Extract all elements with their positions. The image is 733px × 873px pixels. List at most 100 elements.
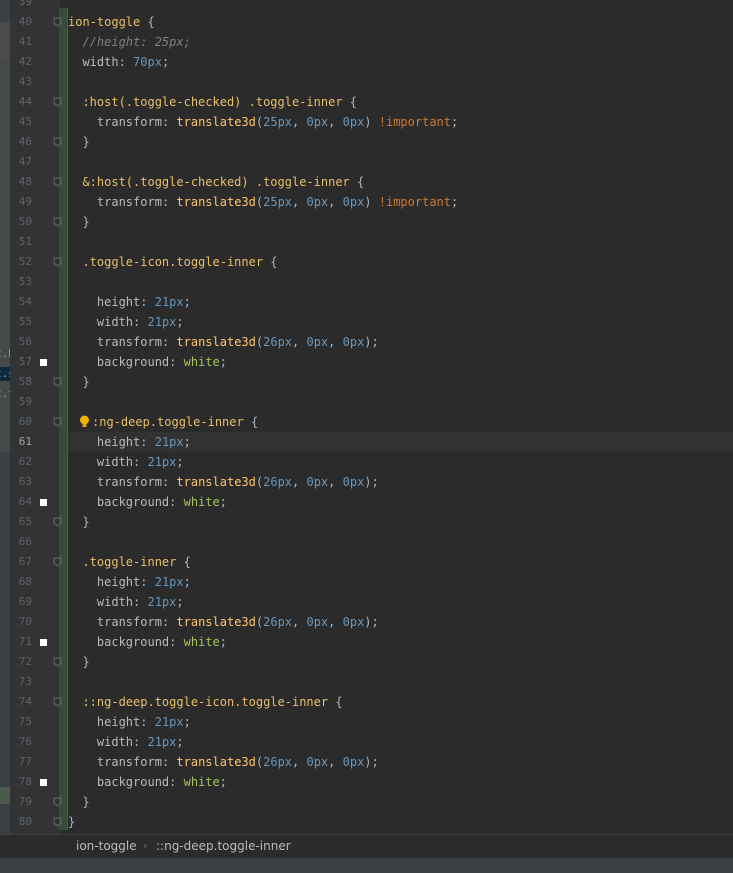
line-number[interactable]: 58 — [10, 372, 32, 392]
line-number[interactable]: 69 — [10, 592, 32, 612]
code-line-50: } — [82, 215, 90, 229]
code-line-74: ::ng-deep.toggle-icon.toggle-inner { — [82, 695, 343, 709]
code-line-77: transform: translate3d(26px, 0px, 0px); — [96, 755, 379, 769]
line-number[interactable]: 63 — [10, 472, 32, 492]
project-panel-edge: t.h t.s t.t — [0, 0, 10, 873]
breadcrumb-separator: › — [143, 839, 148, 852]
fold-marker-icon[interactable] — [53, 177, 62, 187]
code-line-55: width: 21px; — [96, 315, 184, 329]
panel-highlight — [0, 22, 10, 62]
line-number[interactable]: 46 — [10, 132, 32, 152]
line-number[interactable]: 42 — [10, 52, 32, 72]
line-number[interactable]: 76 — [10, 732, 32, 752]
line-number[interactable]: 67 — [10, 552, 32, 572]
color-swatch-icon[interactable] — [40, 639, 47, 646]
line-number[interactable]: 72 — [10, 652, 32, 672]
fold-marker-icon[interactable] — [53, 517, 62, 527]
breadcrumb-item-ng-deep-toggle-inner[interactable]: ::ng-deep.toggle-inner — [156, 839, 291, 853]
code-line-78: background: white; — [96, 775, 227, 789]
line-number[interactable]: 47 — [10, 152, 32, 172]
line-number[interactable]: 73 — [10, 672, 32, 692]
code-line-44: :host(.toggle-checked) .toggle-inner { — [82, 95, 357, 109]
breadcrumb-item-ion-toggle[interactable]: ion-toggle — [76, 839, 137, 853]
line-number[interactable]: 54 — [10, 292, 32, 312]
line-number[interactable]: 43 — [10, 72, 32, 92]
line-number[interactable]: 61 — [10, 432, 32, 452]
code-line-45: transform: translate3d(25px, 0px, 0px) !… — [96, 115, 459, 129]
code-line-52: .toggle-icon.toggle-inner { — [82, 255, 278, 269]
line-number[interactable]: 62 — [10, 452, 32, 472]
file-fragment-selected[interactable]: t.s — [0, 367, 10, 381]
code-editor[interactable]: t.h t.s t.t 3940414243444546474849505152… — [0, 0, 733, 873]
line-number[interactable]: 51 — [10, 232, 32, 252]
intention-bulb-icon[interactable] — [79, 414, 90, 427]
line-number[interactable]: 75 — [10, 712, 32, 732]
line-number[interactable]: 59 — [10, 392, 32, 412]
color-swatch-icon[interactable] — [40, 779, 47, 786]
code-line-75: height: 21px; — [96, 715, 191, 729]
line-number[interactable]: 39 — [10, 0, 32, 12]
line-number[interactable]: 70 — [10, 612, 32, 632]
file-fragment[interactable]: t.h — [0, 347, 10, 361]
code-line-58: } — [82, 375, 90, 389]
fold-marker-icon[interactable] — [53, 557, 62, 567]
fold-marker-icon[interactable] — [53, 17, 62, 27]
line-number[interactable]: 48 — [10, 172, 32, 192]
fold-marker-icon[interactable] — [53, 217, 62, 227]
code-line-79: } — [82, 795, 90, 809]
line-number[interactable]: 66 — [10, 532, 32, 552]
status-bar — [0, 858, 733, 873]
color-swatch-icon[interactable] — [40, 499, 47, 506]
code-line-46: } — [82, 135, 90, 149]
color-swatch-icon[interactable] — [40, 359, 47, 366]
code-line-56: transform: translate3d(26px, 0px, 0px); — [96, 335, 379, 349]
fold-marker-icon[interactable] — [53, 657, 62, 667]
line-number[interactable]: 71 — [10, 632, 32, 652]
fold-marker-icon[interactable] — [53, 817, 62, 827]
code-line-40: ion-toggle { — [68, 15, 155, 29]
fold-marker-icon[interactable] — [53, 97, 62, 107]
code-line-63: transform: translate3d(26px, 0px, 0px); — [96, 475, 379, 489]
code-line-64: background: white; — [96, 495, 227, 509]
fold-marker-icon[interactable] — [53, 137, 62, 147]
code-line-62: width: 21px; — [96, 455, 184, 469]
code-line-69: width: 21px; — [96, 595, 184, 609]
code-line-72: } — [82, 655, 90, 669]
code-line-67: .toggle-inner { — [82, 555, 191, 569]
code-line-54: height: 21px; — [96, 295, 191, 309]
line-number[interactable]: 64 — [10, 492, 32, 512]
code-line-76: width: 21px; — [96, 735, 184, 749]
line-number[interactable]: 45 — [10, 112, 32, 132]
line-number[interactable]: 56 — [10, 332, 32, 352]
line-number[interactable]: 80 — [10, 812, 32, 832]
line-number[interactable]: 78 — [10, 772, 32, 792]
line-number[interactable]: 52 — [10, 252, 32, 272]
code-line-71: background: white; — [96, 635, 227, 649]
line-number[interactable]: 55 — [10, 312, 32, 332]
fold-marker-icon[interactable] — [53, 257, 62, 267]
fold-marker-icon[interactable] — [53, 377, 62, 387]
line-number[interactable]: 60 — [10, 412, 32, 432]
line-number[interactable]: 44 — [10, 92, 32, 112]
line-number[interactable]: 40 — [10, 12, 32, 32]
code-line-49: transform: translate3d(25px, 0px, 0px) !… — [96, 195, 459, 209]
line-number[interactable]: 77 — [10, 752, 32, 772]
file-fragment[interactable]: t.t — [0, 387, 10, 401]
fold-marker-icon[interactable] — [53, 797, 62, 807]
line-number[interactable]: 41 — [10, 32, 32, 52]
line-number[interactable]: 79 — [10, 792, 32, 812]
line-number[interactable]: 65 — [10, 512, 32, 532]
line-number[interactable]: 53 — [10, 272, 32, 292]
line-number[interactable]: 50 — [10, 212, 32, 232]
code-line-57: background: white; — [96, 355, 227, 369]
code-area[interactable]: ion-toggle { //height: 25px; width: 70px… — [68, 0, 733, 834]
line-number[interactable]: 57 — [10, 352, 32, 372]
code-line-61: height: 21px; — [96, 435, 191, 449]
fold-marker-icon[interactable] — [53, 697, 62, 707]
fold-marker-icon[interactable] — [53, 417, 62, 427]
line-number[interactable]: 68 — [10, 572, 32, 592]
line-number[interactable]: 49 — [10, 192, 32, 212]
code-line-70: transform: translate3d(26px, 0px, 0px); — [96, 615, 379, 629]
line-number[interactable]: 74 — [10, 692, 32, 712]
code-line-48: &:host(.toggle-checked) .toggle-inner { — [82, 175, 365, 189]
